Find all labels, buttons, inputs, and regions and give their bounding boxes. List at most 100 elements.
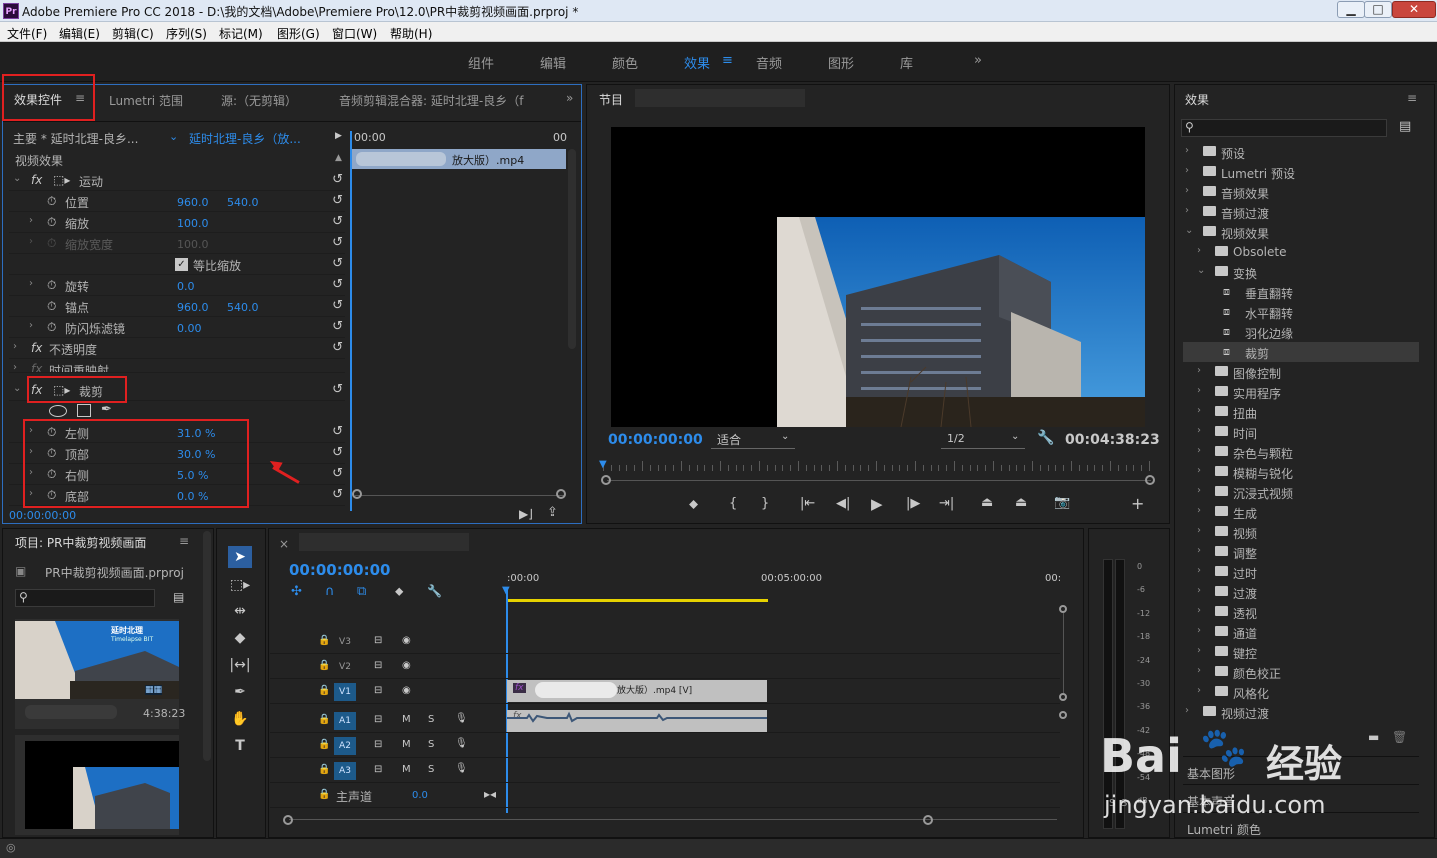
transform-icon[interactable]: ⬚▸ [53,173,70,187]
lock-icon[interactable]: 🔒 [318,714,330,725]
filter-icon[interactable]: ▶⌋ [519,507,533,521]
audio-clip-a1[interactable]: fx [507,710,767,732]
ec-zoom-handle-right[interactable] [556,489,566,499]
stopwatch-icon[interactable]: ⏱ [47,194,56,209]
menu-window[interactable]: 窗口(W) [332,25,377,42]
go-to-in-icon[interactable]: |⇤ [800,496,815,511]
tab-audio-clip-mixer[interactable]: 音频剪辑混合器: 延时北理-良乡（f [339,92,523,109]
effects-tree-item[interactable]: › 颜色校正 [1183,662,1419,682]
menu-help[interactable]: 帮助(H) [390,25,432,42]
export-frame-icon[interactable]: ⇪ [547,505,558,520]
new-bin-icon[interactable]: ▤ [1399,119,1411,134]
ec-clip-bar[interactable]: 放大版）.mp4 [352,149,566,169]
stopwatch-icon[interactable]: ⏱ [47,320,56,335]
sync-lock-icon[interactable]: ⊟ [374,739,382,750]
video-clip-v1[interactable]: fx 放大版）.mp4 [V] [507,680,767,702]
effects-tree-item[interactable]: › 时间 [1183,422,1419,442]
effects-tree-item[interactable]: › 实用程序 [1183,382,1419,402]
effects-tree-item[interactable]: › 生成 [1183,502,1419,522]
menu-clip[interactable]: 剪辑(C) [112,25,154,42]
stopwatch-icon[interactable]: ⏱ [47,299,56,314]
go-to-out-icon[interactable]: ⇥| [939,496,954,511]
panel-tab-2[interactable]: Lumetri 颜色 [1183,812,1419,837]
rotation-value[interactable]: 0.0 [177,280,195,293]
expand-icon[interactable]: › [29,215,33,226]
step-forward-icon[interactable]: |▶ [906,496,920,511]
effects-tree-item[interactable]: › Obsolete [1183,242,1419,262]
expand-icon[interactable]: › [29,236,33,247]
program-zoom-bar[interactable] [607,480,1151,481]
track-select-tool-icon[interactable]: ⬚▸ [228,574,252,596]
lock-icon[interactable]: 🔒 [318,764,330,775]
fx-icon[interactable]: fx [31,173,42,187]
ec-scrollbar[interactable] [568,149,576,349]
chevron-right-icon[interactable]: › [1197,585,1201,596]
lift-icon[interactable]: ⏏ [981,495,993,510]
effect-time-remap[interactable]: › fx 时间重映射 [9,359,345,373]
timeline-timecode[interactable]: 00:00:00:00 [289,561,391,579]
ec-zoom-bar[interactable] [355,495,565,496]
effects-tree-item[interactable]: › 过时 [1183,562,1419,582]
chevron-right-icon[interactable]: › [1197,605,1201,616]
expand-icon[interactable]: › [29,278,33,289]
chevron-right-icon[interactable]: › [1197,245,1201,256]
effects-tree-item[interactable]: › 风格化 [1183,682,1419,702]
minimize-button[interactable]: ▁ [1337,1,1365,18]
track-target-button[interactable]: V1 [334,683,356,701]
program-ruler[interactable] [603,459,1153,473]
program-zoom-right[interactable] [1145,475,1155,485]
chevron-right-icon[interactable]: › [1185,185,1189,196]
snap-icon[interactable]: ∩ [325,584,335,599]
chevron-down-icon[interactable]: ⌄ [1197,265,1205,276]
expand-icon[interactable]: › [29,320,33,331]
program-label[interactable]: 节目 [599,91,623,108]
solo-left[interactable]: S [1109,798,1115,809]
nest-icon[interactable]: ✣ [291,584,302,599]
lock-icon[interactable]: 🔒 [318,789,330,800]
reset-icon[interactable]: ↺ [332,445,343,460]
menu-sequence[interactable]: 序列(S) [166,25,207,42]
chevron-right-icon[interactable]: › [1185,705,1189,716]
effects-tree-item[interactable]: › 音频过渡 [1183,202,1419,222]
add-marker-icon[interactable]: ⬥ [395,584,403,599]
type-tool-icon[interactable]: T [228,735,252,757]
effects-tree-item[interactable]: › 图像控制 [1183,362,1419,382]
workspace-editing[interactable]: 编辑 [540,53,566,72]
reset-icon[interactable]: ↺ [332,235,343,250]
effect-motion[interactable]: ⌄ fx ⬚▸ 运动 ↺ [9,170,345,191]
expand-icon[interactable]: › [13,341,17,352]
media-item[interactable]: 延时北理 Timelapse BIT ▦▦ 4:38:23 [15,619,185,729]
track-target-button[interactable]: V2 [334,658,356,676]
workspace-color[interactable]: 颜色 [612,53,638,72]
workspace-libraries[interactable]: 库 [900,53,913,72]
wrench-icon[interactable]: 🔧 [1037,430,1054,446]
ec-zoom-handle-left[interactable] [352,489,362,499]
reset-icon[interactable]: ↺ [332,424,343,439]
eye-icon[interactable]: ◉ [402,660,411,671]
chevron-right-icon[interactable]: › [1197,685,1201,696]
effects-tree-item[interactable]: ⧈ 垂直翻转 [1183,282,1419,302]
mute-button[interactable]: M [402,739,411,750]
resolution-dropdown[interactable]: 1/2 ⌄ [941,431,1025,449]
maximize-button[interactable]: □ [1364,1,1392,18]
stopwatch-icon[interactable]: ⏱ [47,215,56,230]
project-search-input[interactable]: ⚲ [15,589,155,607]
hscroll-left[interactable] [283,815,293,825]
mark-in-icon[interactable]: { [729,496,737,511]
tab-lumetri-scopes[interactable]: Lumetri 范围 [109,92,183,109]
chevron-right-icon[interactable]: › [1185,205,1189,216]
effects-tree-item[interactable]: › 通道 [1183,622,1419,642]
menu-marker[interactable]: 标记(M) [219,25,263,42]
add-marker-icon[interactable]: ⬥ [689,497,698,512]
ripple-edit-tool-icon[interactable]: ⇹ [228,600,252,622]
ec-playhead[interactable] [350,131,352,511]
solo-button[interactable]: S [428,714,434,725]
uniform-scale-checkbox[interactable]: ✓ [175,258,188,271]
reset-icon[interactable]: ↺ [332,193,343,208]
extract-icon[interactable]: ⏏ [1015,495,1027,510]
workspace-menu-icon[interactable]: ≡ [722,53,733,68]
workspace-more-icon[interactable]: » [974,53,982,68]
chevron-right-icon[interactable]: › [1197,425,1201,436]
effects-tree-item[interactable]: › 模糊与锐化 [1183,462,1419,482]
clip-selector[interactable]: 延时北理-良乡（放... [189,130,301,147]
